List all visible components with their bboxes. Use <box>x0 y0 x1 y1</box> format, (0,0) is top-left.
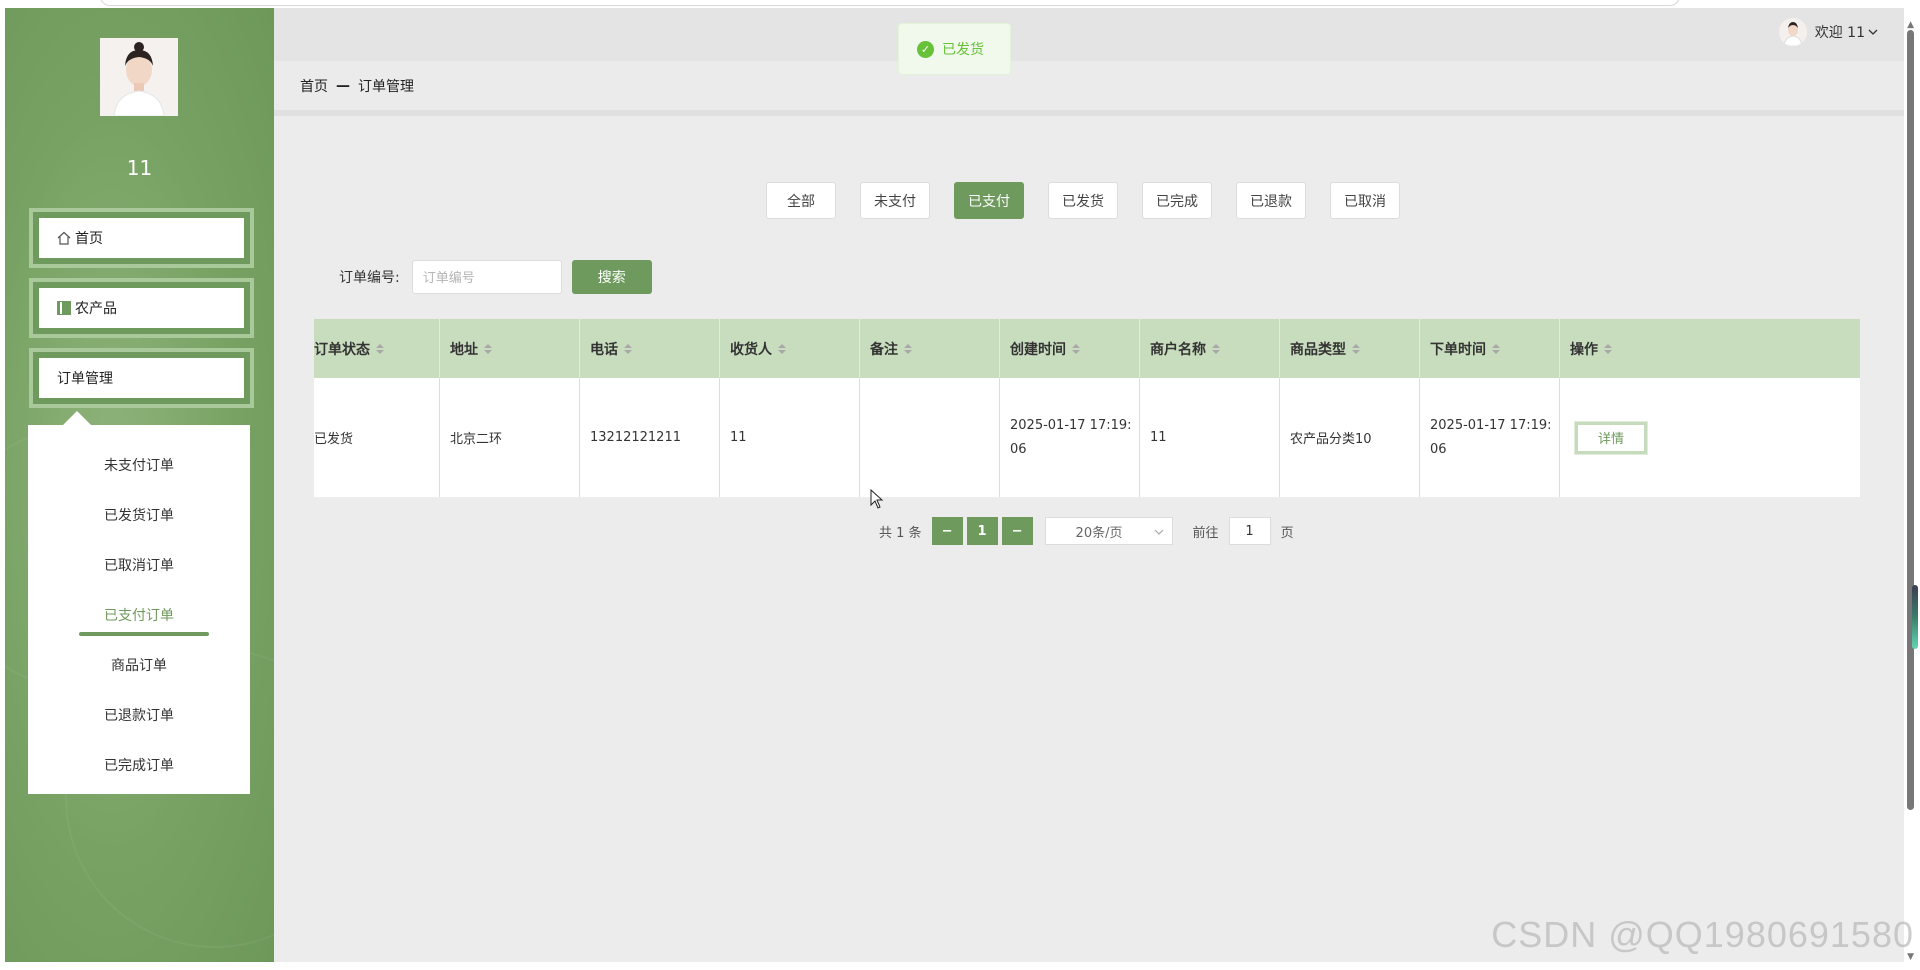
sort-icon[interactable] <box>624 343 632 354</box>
menu-item-label: 农产品 <box>75 301 117 317</box>
tab-all[interactable]: 全部 <box>766 182 836 219</box>
tab-completed[interactable]: 已完成 <box>1142 182 1212 219</box>
sort-icon[interactable] <box>1352 343 1360 354</box>
column-header-action[interactable]: 操作 <box>1560 319 1860 378</box>
column-header-remark[interactable]: 备注 <box>860 319 1000 378</box>
tab-cancelled[interactable]: 已取消 <box>1330 182 1400 219</box>
menu-item-label: 首页 <box>75 231 103 247</box>
page-size-select[interactable]: 20条/页 <box>1044 517 1173 545</box>
cell-category: 农产品分类10 <box>1280 378 1420 497</box>
home-icon <box>57 231 71 245</box>
scroll-indicator <box>1912 585 1918 649</box>
sort-icon[interactable] <box>1604 343 1612 354</box>
user-avatar <box>1778 18 1807 46</box>
menu-item-label: 订单管理 <box>57 371 113 387</box>
sort-icon[interactable] <box>376 343 384 354</box>
breadcrumb-current: 订单管理 <box>358 78 414 95</box>
sort-icon[interactable] <box>484 343 492 354</box>
page-suffix: 页 <box>1280 525 1294 541</box>
cell-created: 2025-01-17 17:19: 06 <box>1000 378 1140 497</box>
sort-icon[interactable] <box>778 343 786 354</box>
sort-icon[interactable] <box>1212 343 1220 354</box>
submenu-item-unpaid[interactable]: 未支付订单 <box>28 455 250 475</box>
tab-refunded[interactable]: 已退款 <box>1236 182 1306 219</box>
order-number-input[interactable] <box>411 260 562 294</box>
toast-text: 已发货 <box>942 42 984 58</box>
sidebar: 11 首页 农产品 订单管理 未支付订单 已发货订单 已取消订单 已支付订单 商… <box>5 8 274 962</box>
table-row: 已发货 北京二环 13212121211 11 2025-01-17 17:19… <box>314 378 1860 497</box>
tab-shipped[interactable]: 已发货 <box>1048 182 1118 219</box>
column-header-address[interactable]: 地址 <box>440 319 580 378</box>
active-underline <box>79 632 209 636</box>
status-tabs: 全部 未支付 已支付 已发货 已完成 已退款 已取消 <box>766 182 1400 219</box>
cell-status: 已发货 <box>314 378 440 497</box>
column-header-merchant[interactable]: 商户名称 <box>1140 319 1280 378</box>
column-header-phone[interactable]: 电话 <box>580 319 720 378</box>
pagination: 共 1 条 − 1 − 20条/页 前往 1 页 <box>879 517 1294 545</box>
page-size-value: 20条/页 <box>1075 525 1123 541</box>
welcome-text: 欢迎 11 <box>1814 25 1865 41</box>
user-menu[interactable]: 欢迎 11 <box>1778 18 1878 46</box>
main-content: 欢迎 11 ✓ 已发货 首页 — 订单管理 全部 未支付 已支付 已发货 已完成… <box>274 8 1904 962</box>
prev-page-button[interactable]: − <box>931 517 963 545</box>
search-form: 订单编号: 搜索 <box>339 260 652 294</box>
scrollbar[interactable] <box>1907 30 1914 810</box>
submenu-item-shipped[interactable]: 已发货订单 <box>28 505 250 525</box>
column-header-ordered[interactable]: 下单时间 <box>1420 319 1560 378</box>
watermark: CSDN @QQ1980691580 <box>1491 914 1914 955</box>
goto-label: 前往 <box>1192 525 1219 541</box>
cell-action: 详情 <box>1560 378 1860 497</box>
sort-icon[interactable] <box>1072 343 1080 354</box>
cell-phone: 13212121211 <box>580 378 720 497</box>
menu-item-order-management[interactable]: 订单管理 <box>29 348 254 408</box>
order-submenu: 未支付订单 已发货订单 已取消订单 已支付订单 商品订单 已退款订单 已完成订单 <box>28 411 250 794</box>
chevron-down-icon <box>1154 524 1164 539</box>
username: 11 <box>126 156 153 180</box>
product-icon <box>57 301 71 315</box>
column-header-status[interactable]: 订单状态 <box>314 319 440 378</box>
mouse-cursor-icon <box>870 488 884 513</box>
submenu-item-paid[interactable]: 已支付订单 <box>28 605 250 625</box>
breadcrumb: 首页 — 订单管理 <box>274 61 1904 116</box>
cell-address: 北京二环 <box>440 378 580 497</box>
search-button[interactable]: 搜索 <box>571 260 652 294</box>
breadcrumb-home[interactable]: 首页 <box>300 76 328 96</box>
breadcrumb-separator: — <box>336 77 350 94</box>
sort-icon[interactable] <box>904 343 912 354</box>
order-number-label: 订单编号: <box>339 270 400 286</box>
goto-page-input[interactable]: 1 <box>1228 517 1271 545</box>
table-header: 订单状态 地址 电话 收货人 备注 创建时间 商户名称 商品类型 下单时间 操作 <box>314 319 1860 378</box>
submenu-item-cancelled[interactable]: 已取消订单 <box>28 555 250 575</box>
orders-table: 订单状态 地址 电话 收货人 备注 创建时间 商户名称 商品类型 下单时间 操作… <box>314 319 1860 497</box>
detail-button[interactable]: 详情 <box>1575 421 1647 454</box>
menu-item-products[interactable]: 农产品 <box>29 278 254 338</box>
pagination-total: 共 1 条 <box>879 525 922 541</box>
column-header-consignee[interactable]: 收货人 <box>720 319 860 378</box>
check-circle-icon: ✓ <box>917 40 934 58</box>
cell-merchant: 11 <box>1140 378 1280 497</box>
scroll-up-icon[interactable]: ▲ <box>1907 20 1914 30</box>
browser-top-strip <box>0 0 1920 8</box>
menu-item-home[interactable]: 首页 <box>29 208 254 268</box>
submenu-item-completed[interactable]: 已完成订单 <box>28 755 250 775</box>
next-page-button[interactable]: − <box>1001 517 1033 545</box>
submenu-item-refunded[interactable]: 已退款订单 <box>28 705 250 725</box>
chevron-down-icon <box>1868 24 1878 40</box>
page-number-button[interactable]: 1 <box>966 517 998 545</box>
tab-unpaid[interactable]: 未支付 <box>860 182 930 219</box>
address-bar-edge <box>100 0 1680 6</box>
sort-icon[interactable] <box>1492 343 1500 354</box>
cell-ordered: 2025-01-17 17:19: 06 <box>1420 378 1560 497</box>
cell-remark <box>860 378 1000 497</box>
topbar: 欢迎 11 <box>274 8 1904 61</box>
submenu-item-product-orders[interactable]: 商品订单 <box>28 655 250 675</box>
success-toast: ✓ 已发货 <box>898 23 1011 75</box>
column-header-category[interactable]: 商品类型 <box>1280 319 1420 378</box>
cell-consignee: 11 <box>720 378 860 497</box>
avatar[interactable] <box>100 38 178 116</box>
column-header-created[interactable]: 创建时间 <box>1000 319 1140 378</box>
tab-paid[interactable]: 已支付 <box>954 182 1024 219</box>
